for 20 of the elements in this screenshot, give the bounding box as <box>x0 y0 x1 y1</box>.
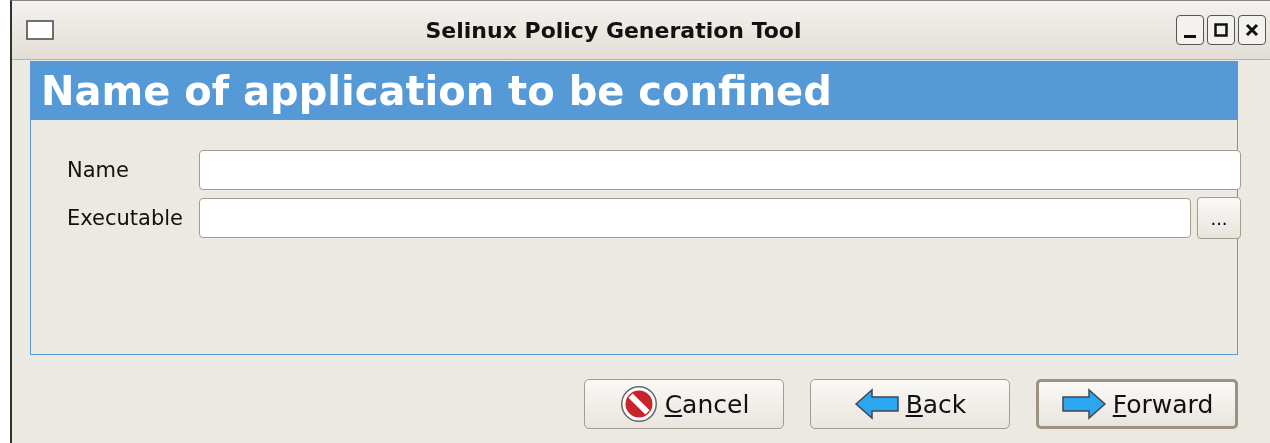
forward-button[interactable]: Forward <box>1036 379 1238 429</box>
page-header: Name of application to be confined <box>31 62 1237 120</box>
minimize-icon <box>1184 34 1196 38</box>
field-label: Executable <box>67 206 184 230</box>
field-label: Name <box>67 158 130 182</box>
close-button[interactable] <box>1238 15 1266 45</box>
maximize-icon <box>1214 23 1228 37</box>
minimize-button[interactable] <box>1176 15 1204 45</box>
close-icon <box>1245 23 1259 37</box>
window-menu-icon[interactable] <box>26 20 54 40</box>
text-field[interactable] <box>199 150 1241 190</box>
right-arrow-icon <box>1060 388 1107 420</box>
cancel-icon <box>618 384 659 424</box>
browse-button[interactable]: ... <box>1197 197 1241 239</box>
left-arrow-icon <box>853 388 900 420</box>
cancel-button[interactable]: Cancel <box>584 379 784 429</box>
back-button[interactable]: Back <box>810 379 1010 429</box>
text-field[interactable] <box>199 198 1191 238</box>
window-title: Selinux Policy Generation Tool <box>424 17 803 43</box>
maximize-button[interactable] <box>1207 15 1235 45</box>
